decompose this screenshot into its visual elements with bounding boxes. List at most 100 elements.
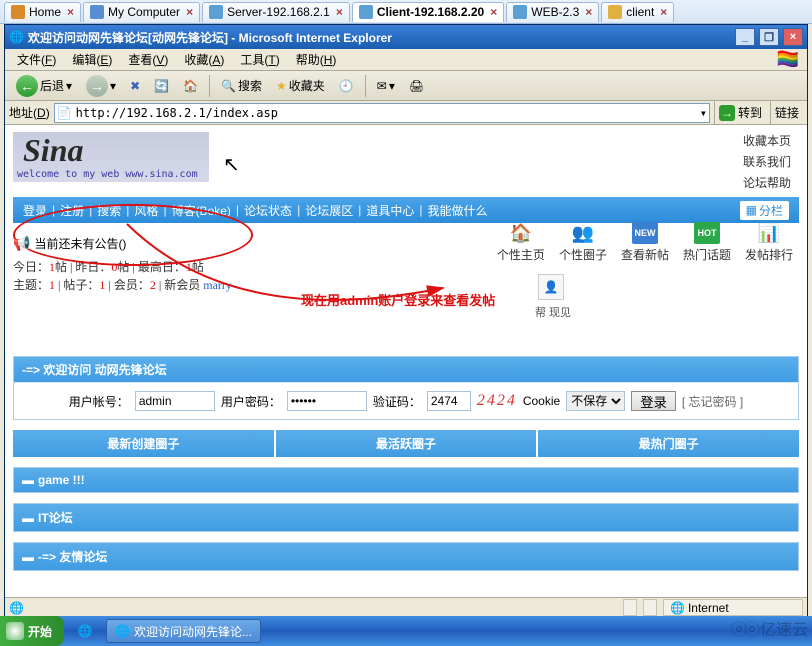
circle-columns: 最新创建圈子最活跃圈子最热门圈子: [13, 430, 799, 457]
address-label: 地址(D): [9, 104, 50, 121]
site-logo: Sina welcome to my web www.sina.com: [13, 132, 209, 182]
mail-button[interactable]: ✉▾: [372, 76, 400, 96]
menu-item[interactable]: 帮助(H): [290, 49, 343, 70]
nav-link[interactable]: 论坛展区: [305, 202, 353, 219]
nav-link[interactable]: 论坛状态: [244, 202, 292, 219]
links-button[interactable]: 链接: [770, 101, 803, 125]
close-button[interactable]: ×: [783, 28, 803, 46]
start-button[interactable]: 开始: [0, 616, 64, 646]
cookie-label: Cookie: [523, 394, 560, 408]
menu-item[interactable]: 编辑(E): [66, 49, 118, 70]
login-button[interactable]: 登录: [631, 391, 676, 411]
minimize-button[interactable]: _: [735, 28, 755, 46]
captcha-input[interactable]: [427, 391, 471, 411]
host-tab[interactable]: Home×: [4, 2, 81, 22]
forward-button[interactable]: → ▾: [81, 72, 121, 100]
collapse-icon[interactable]: ▬: [22, 550, 34, 564]
dropdown-icon: ▾: [66, 79, 72, 93]
cookie-select[interactable]: 不保存: [566, 391, 625, 411]
close-icon[interactable]: ×: [490, 5, 497, 19]
tab-icon: [608, 5, 622, 19]
quick-icon[interactable]: 👥个性圈子: [559, 222, 607, 263]
password-input[interactable]: [287, 391, 367, 411]
close-icon[interactable]: ×: [67, 5, 74, 19]
icon: 🏠: [508, 222, 534, 244]
maximize-button[interactable]: ❐: [759, 28, 779, 46]
print-button[interactable]: 🖨: [404, 76, 429, 96]
quick-icon[interactable]: 🏠个性主页: [497, 222, 545, 263]
home-button[interactable]: 🏠: [178, 76, 203, 96]
ie-icon: 🌐: [9, 30, 24, 44]
tab-icon: [359, 5, 373, 19]
annotation-text: 现在用admin账户登录来查看发帖: [301, 290, 495, 309]
login-panel-title: -=> 欢迎访问 动网先锋论坛: [14, 357, 798, 382]
taskbar-item[interactable]: 🌐 欢迎访问动网先锋论...: [106, 619, 261, 643]
password-label: 用户密码：: [221, 393, 281, 410]
header-link[interactable]: 论坛帮助: [743, 174, 791, 191]
username-label: 用户帐号：: [69, 393, 129, 410]
status-cell: [643, 599, 657, 616]
address-input[interactable]: 📄 http://192.168.2.1/index.asp ▾: [54, 103, 710, 123]
column-header: 最新创建圈子: [13, 430, 274, 457]
favorites-button[interactable]: ★收藏夹: [271, 74, 330, 97]
menu-item[interactable]: 收藏(A): [178, 49, 230, 70]
go-button[interactable]: → 转到: [714, 101, 766, 125]
header-link[interactable]: 联系我们: [743, 153, 791, 170]
dropdown-icon: ▾: [110, 79, 116, 93]
split-button[interactable]: ▦ 分栏: [740, 201, 789, 220]
host-tab[interactable]: My Computer×: [83, 2, 200, 22]
search-icon: 🔍: [221, 79, 236, 93]
nav-link[interactable]: 我能做什么: [427, 202, 487, 219]
close-icon[interactable]: ×: [585, 5, 592, 19]
host-tab[interactable]: Client-192.168.2.20×: [352, 2, 504, 22]
host-tab[interactable]: client×: [601, 2, 674, 22]
refresh-button[interactable]: 🔄: [149, 76, 174, 96]
quicklaunch[interactable]: 🌐: [70, 619, 100, 643]
back-button[interactable]: ← 后退 ▾: [11, 72, 77, 100]
ie-statusbar: 🌐 🌐 Internet: [5, 597, 807, 617]
tab-icon: [90, 5, 104, 19]
header-link[interactable]: 收藏本页: [743, 132, 791, 149]
tab-icon: [11, 5, 25, 19]
avatar-icon: 👤: [538, 274, 564, 300]
host-tab[interactable]: Server-192.168.2.1×: [202, 2, 350, 22]
new-member-link[interactable]: marry: [203, 278, 232, 292]
star-icon: ★: [276, 79, 287, 93]
collapse-icon[interactable]: ▬: [22, 473, 34, 487]
dropdown-icon: ▾: [389, 79, 395, 93]
username-input[interactable]: [135, 391, 215, 411]
quick-icon[interactable]: NEW查看新帖: [621, 222, 669, 263]
collapse-icon[interactable]: ▬: [22, 511, 34, 525]
menu-item[interactable]: 查看(V): [122, 49, 174, 70]
section-header[interactable]: ▬-=> 友情论坛: [13, 542, 799, 571]
ie-title-text: 欢迎访问动网先锋论坛[动网先锋论坛] - Microsoft Internet …: [28, 29, 392, 46]
speaker-icon: 📢: [13, 235, 30, 252]
search-button[interactable]: 🔍搜索: [216, 74, 267, 97]
close-icon[interactable]: ×: [186, 5, 193, 19]
host-tab[interactable]: WEB-2.3×: [506, 2, 599, 22]
address-bar: 地址(D) 📄 http://192.168.2.1/index.asp ▾ →…: [5, 101, 807, 125]
section-header[interactable]: ▬game !!!: [13, 467, 799, 493]
history-icon: 🕘: [339, 79, 354, 93]
quick-icons: 🏠个性主页 👥个性圈子 NEW查看新帖 HOT热门话题 📊发帖排行: [497, 222, 793, 263]
home-icon: 🏠: [183, 79, 198, 93]
close-icon[interactable]: ×: [336, 5, 343, 19]
quick-icon[interactable]: HOT热门话题: [683, 222, 731, 263]
ie-toolbar: ← 后退 ▾ → ▾ ✖ 🔄 🏠 🔍搜索 ★收藏夹 🕘 ✉▾ 🖨: [5, 71, 807, 101]
page-viewport[interactable]: Sina welcome to my web www.sina.com ↖ 收藏…: [5, 125, 807, 597]
menu-item[interactable]: 工具(T): [234, 49, 285, 70]
menu-item[interactable]: 文件(F): [11, 49, 62, 70]
ie-icon: 🌐: [115, 624, 130, 638]
close-icon[interactable]: ×: [660, 5, 667, 19]
history-button[interactable]: 🕘: [334, 76, 359, 96]
forgot-password-link[interactable]: [ 忘记密码 ]: [682, 393, 743, 410]
section-header[interactable]: ▬IT论坛: [13, 503, 799, 532]
print-icon: 🖨: [409, 79, 424, 93]
tab-icon: [209, 5, 223, 19]
dropdown-icon[interactable]: ▾: [700, 106, 707, 120]
nav-link[interactable]: 道具中心: [366, 202, 414, 219]
back-icon: ←: [16, 75, 38, 97]
page-icon: 📄: [57, 106, 72, 120]
stop-button[interactable]: ✖: [125, 76, 145, 96]
quick-icon[interactable]: 📊发帖排行: [745, 222, 793, 263]
